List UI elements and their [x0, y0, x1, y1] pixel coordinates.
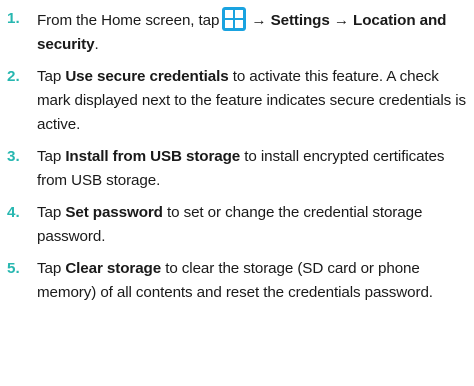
- step-text-pre: Tap: [37, 68, 66, 85]
- step-4: 4. Tap Set password to set or change the…: [6, 201, 468, 249]
- step-text: Tap Install from USB storage to install …: [37, 145, 468, 193]
- step-1: 1. From the Home screen, tap → Settings →…: [6, 7, 468, 57]
- step-2: 2. Tap Use secure credentials to activat…: [6, 65, 468, 137]
- instruction-page: 1. From the Home screen, tap → Settings →…: [0, 0, 474, 386]
- step-number: 1.: [7, 10, 20, 27]
- step-option-name: Install from USB storage: [65, 148, 241, 165]
- step-text-pre: Tap: [37, 204, 66, 221]
- step-text: From the Home screen, tap → Settings → Lo…: [37, 7, 468, 57]
- step-number: 5.: [7, 260, 20, 277]
- arrow-glyph: →: [333, 12, 349, 29]
- step-option-name: Set password: [65, 204, 163, 221]
- step-option-name: Clear storage: [65, 260, 162, 277]
- step-text-pre: Tap: [37, 260, 66, 277]
- sentence-end: .: [94, 36, 99, 53]
- step-5: 5. Tap Clear storage to clear the storag…: [6, 257, 468, 305]
- step-text: Tap Use secure credentials to activate t…: [37, 65, 468, 137]
- step-text-pre: Tap: [37, 148, 66, 165]
- step-text: Tap Clear storage to clear the storage (…: [37, 257, 468, 305]
- step-number: 2.: [7, 68, 20, 85]
- arrow-glyph: →: [251, 12, 267, 29]
- apps-grid-icon: [222, 7, 247, 31]
- settings-label: Settings: [270, 12, 330, 29]
- step-number: 3.: [7, 148, 20, 165]
- step-text: Tap Set password to set or change the cr…: [37, 201, 468, 249]
- step-number: 4.: [7, 204, 20, 221]
- step-option-name: Use secure credentials: [65, 68, 229, 85]
- step-text-intro: From the Home screen, tap: [37, 12, 220, 29]
- steps-list: 1. From the Home screen, tap → Settings →…: [6, 7, 468, 305]
- step-3: 3. Tap Install from USB storage to insta…: [6, 145, 468, 193]
